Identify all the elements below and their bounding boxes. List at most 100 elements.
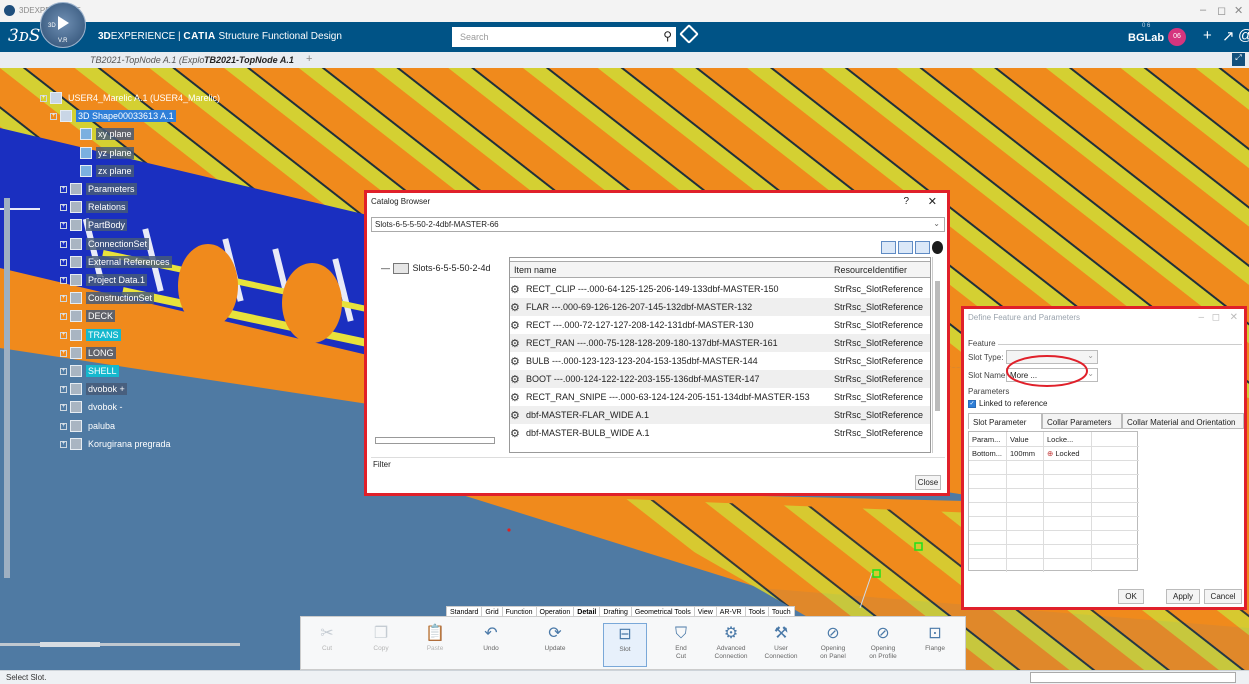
grid-cell-locked[interactable]: ⊕ Locked (1047, 449, 1080, 458)
compass-widget[interactable]: 3D V.R (40, 2, 86, 48)
copy-button[interactable]: ❐ Copy (359, 623, 403, 667)
slot-button[interactable]: ⊟ Slot (603, 623, 647, 667)
linked-to-reference-checkbox[interactable]: ✓ Linked to reference (968, 399, 1048, 408)
grid-cell-value[interactable]: 100mm (1010, 449, 1035, 458)
plus-icon[interactable]: + (1203, 27, 1212, 44)
close-icon[interactable]: ✕ (1230, 312, 1238, 323)
new-tab-icon[interactable]: + (306, 53, 312, 65)
expand-icon[interactable]: + (60, 277, 67, 284)
apply-button[interactable]: Apply (1166, 589, 1200, 604)
user-connection-button[interactable]: ⚒ User Connection (759, 623, 803, 667)
catalog-selector[interactable]: Slots-6-5-5-50-2-4dbf-MASTER-66 ⌄ (371, 217, 945, 232)
advanced-connection-button[interactable]: ⚙ Advanced Connection (709, 623, 753, 667)
horizontal-scrollbar[interactable] (375, 437, 495, 444)
scrollbar-thumb[interactable] (935, 281, 940, 411)
paste-icon: 📋 (425, 625, 445, 642)
flange-button[interactable]: ⊡ Flange (913, 623, 957, 667)
expand-icon[interactable]: + (60, 186, 67, 193)
grid-head-value: Value (1010, 435, 1029, 444)
end-cut-button[interactable]: ⛉ End Cut (659, 623, 703, 667)
expand-icon[interactable]: + (60, 295, 67, 303)
expand-icon[interactable]: + (60, 331, 67, 339)
expand-icon[interactable]: + (50, 113, 57, 121)
opening-on-profile-button[interactable]: ⊘ Opening on Profile (861, 623, 905, 667)
undo-button[interactable]: ↶ Undo (469, 623, 513, 667)
close-button[interactable]: Close (915, 475, 941, 490)
minimize-icon[interactable]: – (1198, 312, 1204, 323)
command-input[interactable] (1030, 672, 1236, 683)
opening-panel-icon: ⊘ (826, 625, 840, 642)
item-name-cell: RECT_RAN_SNIPE ---.000-63-124-124-205-15… (526, 392, 810, 402)
table-row[interactable]: ⚙ RECT_CLIP ---.000-64-125-125-206-149-13… (510, 280, 930, 298)
chevron-down-icon: ⌄ (933, 219, 940, 228)
col-resource-id[interactable]: ResourceIdentifier (834, 265, 907, 275)
search-input[interactable]: Search ⚲ (452, 27, 676, 47)
expand-icon[interactable]: + (60, 204, 67, 212)
tree-item-label: paluba (88, 420, 116, 431)
flange-icon: ⊡ (928, 625, 942, 642)
fit-all-icon[interactable]: ⤢ (1232, 53, 1245, 66)
tab-collar-material[interactable]: Collar Material and Orientation (1122, 413, 1244, 429)
expand-icon[interactable]: + (60, 258, 67, 266)
community-icon[interactable]: @ (1238, 27, 1249, 44)
minimize-icon[interactable]: – (1200, 4, 1206, 16)
ok-button[interactable]: OK (1118, 589, 1144, 604)
table-row[interactable]: ⚙ dbf-MASTER-FLAR_WIDE A.1 StrRsc_SlotRefe… (510, 406, 930, 424)
vertical-scrollbar[interactable] (932, 257, 941, 453)
close-icon[interactable]: ✕ (1234, 4, 1243, 17)
expand-icon[interactable]: + (60, 349, 67, 357)
tree-item-label: Project Data.1 (86, 274, 148, 286)
cancel-button[interactable]: Cancel (1204, 589, 1242, 604)
expand-icon[interactable]: + (60, 404, 67, 412)
table-row[interactable]: ⚙ RECT_RAN ---.000-75-128-128-209-180-137… (510, 334, 930, 352)
expand-icon[interactable]: + (60, 240, 67, 248)
app-name: CATIA (183, 31, 216, 42)
col-item-name[interactable]: Item name (514, 265, 557, 275)
search-icon[interactable]: ⚲ (663, 29, 672, 43)
avatar[interactable]: 06 (1168, 28, 1186, 46)
table-row[interactable]: ⚙ RECT ---.000-72-127-127-208-142-131dbf-… (510, 316, 930, 334)
expand-icon[interactable] (70, 150, 77, 157)
action-bar: ✂ Cut ❐ Copy 📋 Paste ↶ Undo ⟳ Update ⊟ Slot ⛉ End Cut… (300, 616, 966, 670)
help-icon[interactable]: ? (903, 196, 909, 207)
update-button[interactable]: ⟳ Update (533, 623, 577, 667)
slot-icon: ⊟ (618, 626, 632, 643)
tab-collar-parameters[interactable]: Collar Parameters (1042, 413, 1122, 429)
opening-on-panel-button[interactable]: ⊘ Opening on Panel (811, 623, 855, 667)
feature-group-label: Feature (968, 339, 996, 348)
maximize-icon[interactable]: ◻ (1212, 312, 1220, 323)
expand-icon[interactable] (70, 168, 77, 175)
expand-icon[interactable]: + (40, 95, 47, 102)
view-dropdown-icon[interactable] (932, 241, 943, 254)
cut-button[interactable]: ✂ Cut (305, 623, 349, 667)
expand-icon[interactable]: + (60, 313, 67, 321)
tab-topnode-explore[interactable]: TB2021-TopNode A.1 (Explo (90, 55, 204, 65)
paste-button[interactable]: 📋 Paste (413, 623, 457, 667)
detail-view-icon[interactable] (898, 241, 913, 254)
thumbnail-view-icon[interactable] (881, 241, 896, 254)
tree-item-label: dvobok - (88, 402, 123, 413)
table-row[interactable]: ⚙ dbf-MASTER-BULB_WIDE A.1 StrRsc_SlotRefe… (510, 424, 930, 442)
tab-slot-parameter[interactable]: Slot Parameter (968, 413, 1042, 429)
expand-icon[interactable]: + (60, 368, 67, 375)
resource-id-cell: StrRsc_SlotReference (834, 374, 924, 384)
expand-icon[interactable]: + (60, 222, 67, 230)
expand-icon[interactable]: + (60, 422, 67, 430)
list-view-icon[interactable] (915, 241, 930, 254)
catalog-tree-node[interactable]: — Slots-6-5-5-50-2-4d (381, 263, 491, 275)
catalog-close-icon[interactable]: ✕ (928, 195, 937, 208)
expand-icon[interactable]: + (60, 440, 67, 448)
grid-cell-param[interactable]: Bottom... (972, 449, 1002, 458)
expand-icon[interactable] (70, 131, 77, 138)
table-row[interactable]: ⚙ FLAR ---.000-69-126-126-207-145-132dbf-… (510, 298, 930, 316)
table-row[interactable]: ⚙ BULB ---.000-123-123-123-204-153-135dbf… (510, 352, 930, 370)
maximize-icon[interactable]: ◻ (1217, 4, 1226, 17)
filter-bar[interactable]: Filter (371, 457, 945, 471)
table-row[interactable]: ⚙ RECT_RAN_SNIPE ---.000-63-124-124-205-1… (510, 388, 930, 406)
table-row[interactable]: ⚙ BOOT ---.000-124-122-122-203-155-136dbf… (510, 370, 930, 388)
app-role: Structure Functional Design (218, 31, 342, 42)
share-icon[interactable]: ↗ (1222, 27, 1235, 45)
tag-icon[interactable] (679, 24, 699, 44)
tab-topnode[interactable]: TB2021-TopNode A.1 (204, 55, 294, 65)
expand-icon[interactable]: + (60, 386, 67, 394)
